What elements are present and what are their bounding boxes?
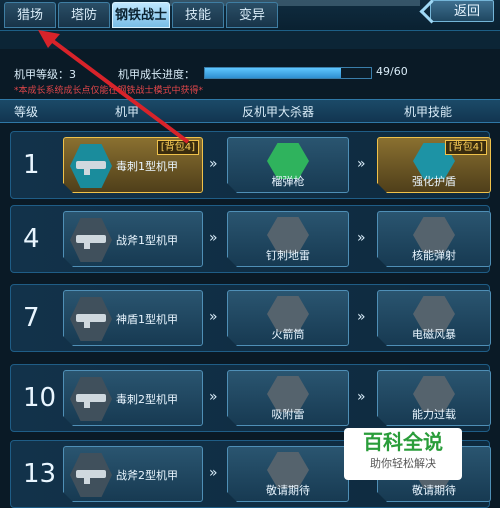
weapon-name: 钉刺地雷 bbox=[266, 249, 310, 262]
weapon-card[interactable]: 敬请期待 bbox=[227, 446, 349, 502]
weapon-name: 敬请期待 bbox=[266, 484, 310, 497]
tab-skills[interactable]: 技能 bbox=[172, 2, 224, 28]
skill-name: 敬请期待 bbox=[412, 484, 456, 497]
mech-row: 10 毒刺2型机甲 » 吸附雷 » 能力过载 bbox=[10, 364, 490, 432]
back-arrow-icon bbox=[419, 0, 444, 24]
mech-row: 4 战斧1型机甲 » 钉刺地雷 » 核能弹射 bbox=[10, 205, 490, 273]
tab-tower-defense[interactable]: 塔防 bbox=[58, 2, 110, 28]
tab-hunting[interactable]: 猎场 bbox=[4, 2, 56, 28]
sub-bar bbox=[0, 31, 500, 49]
mech-gun-icon bbox=[70, 144, 112, 188]
back-button-label: 返回 bbox=[453, 4, 480, 19]
weapon-name: 火箭筒 bbox=[271, 328, 305, 341]
mech-level: 机甲等级：3 bbox=[14, 68, 76, 81]
header-weapon: 反机甲大杀器 bbox=[242, 105, 315, 119]
mech-row: 7 神盾1型机甲 » 火箭筒 » 电磁风暴 bbox=[10, 284, 490, 352]
chevron-right-icon: » bbox=[357, 156, 365, 172]
growth-progress-text: 49/60 bbox=[376, 65, 408, 78]
skill-card[interactable]: 核能弹射 bbox=[377, 211, 491, 267]
mech-gun-icon bbox=[70, 297, 112, 341]
mech-gun-icon bbox=[70, 377, 112, 421]
header-skill: 机甲技能 bbox=[404, 105, 453, 119]
growth-progress-label: 机甲成长进度： bbox=[118, 68, 195, 81]
chevron-right-icon: » bbox=[209, 465, 217, 481]
skill-card[interactable]: 电磁风暴 bbox=[377, 290, 491, 346]
chevron-right-icon: » bbox=[209, 230, 217, 246]
watermark-title: 百科全说 bbox=[363, 430, 443, 454]
mech-gun-icon bbox=[70, 453, 112, 497]
watermark-logo: 百科全说 助你轻松解决 bbox=[344, 428, 462, 480]
chevron-right-icon: » bbox=[209, 156, 217, 172]
mech-name: 毒刺1型机甲 bbox=[116, 160, 178, 173]
growth-progress-bar bbox=[204, 67, 372, 79]
skill-name: 能力过载 bbox=[412, 408, 456, 421]
chevron-right-icon: » bbox=[357, 389, 365, 405]
watermark-subtitle: 助你轻松解决 bbox=[370, 457, 436, 470]
mech-card[interactable]: 毒刺2型机甲 bbox=[63, 370, 203, 426]
skill-name: 核能弹射 bbox=[412, 249, 456, 262]
weapon-name: 榴弹枪 bbox=[271, 175, 305, 188]
mech-card[interactable]: 神盾1型机甲 bbox=[63, 290, 203, 346]
weapon-card[interactable]: 榴弹枪 bbox=[227, 137, 349, 193]
weapon-name: 吸附雷 bbox=[271, 408, 305, 421]
mech-name: 神盾1型机甲 bbox=[116, 313, 178, 326]
top-tab-bar: 猎场 塔防 钢铁战士 技能 变异 返回 bbox=[0, 0, 500, 31]
chevron-right-icon: » bbox=[357, 309, 365, 325]
mech-card[interactable]: 战斧2型机甲 bbox=[63, 446, 203, 502]
mech-row: 1 [背包4] 毒刺1型机甲 » 榴弹枪 » [背包4] 强化护盾 bbox=[10, 131, 490, 199]
row-level: 1 bbox=[23, 150, 40, 180]
weapon-card[interactable]: 火箭筒 bbox=[227, 290, 349, 346]
header-mech: 机甲 bbox=[115, 105, 140, 119]
skill-name: 电磁风暴 bbox=[412, 328, 456, 341]
mech-gun-icon bbox=[70, 218, 112, 262]
chevron-right-icon: » bbox=[209, 389, 217, 405]
skill-card[interactable]: 能力过载 bbox=[377, 370, 491, 426]
weapon-card[interactable]: 钉刺地雷 bbox=[227, 211, 349, 267]
tab-mutation[interactable]: 变异 bbox=[226, 2, 278, 28]
mech-name: 战斧2型机甲 bbox=[116, 469, 178, 482]
mech-name: 毒刺2型机甲 bbox=[116, 393, 178, 406]
growth-notice: *本成长系统成长点仅能在钢铁战士模式中获得* bbox=[14, 86, 204, 96]
mech-card[interactable]: 战斧1型机甲 bbox=[63, 211, 203, 267]
row-level: 13 bbox=[23, 459, 57, 489]
header-level: 等级 bbox=[14, 105, 39, 119]
backpack-badge: [背包4] bbox=[445, 140, 487, 155]
chevron-right-icon: » bbox=[357, 230, 365, 246]
chevron-right-icon: » bbox=[209, 309, 217, 325]
mech-card[interactable]: [背包4] 毒刺1型机甲 bbox=[63, 137, 203, 193]
table-header: 等级 机甲 反机甲大杀器 机甲技能 bbox=[0, 99, 500, 123]
back-button[interactable]: 返回 bbox=[419, 0, 494, 24]
skill-card[interactable]: [背包4] 强化护盾 bbox=[377, 137, 491, 193]
mech-name: 战斧1型机甲 bbox=[116, 234, 178, 247]
weapon-card[interactable]: 吸附雷 bbox=[227, 370, 349, 426]
tab-iron-warrior[interactable]: 钢铁战士 bbox=[112, 2, 170, 28]
row-level: 10 bbox=[23, 383, 57, 413]
row-level: 7 bbox=[23, 303, 40, 333]
skill-name: 强化护盾 bbox=[412, 175, 456, 188]
row-level: 4 bbox=[23, 224, 40, 254]
growth-progress-fill bbox=[205, 68, 341, 78]
backpack-badge: [背包4] bbox=[157, 140, 199, 155]
